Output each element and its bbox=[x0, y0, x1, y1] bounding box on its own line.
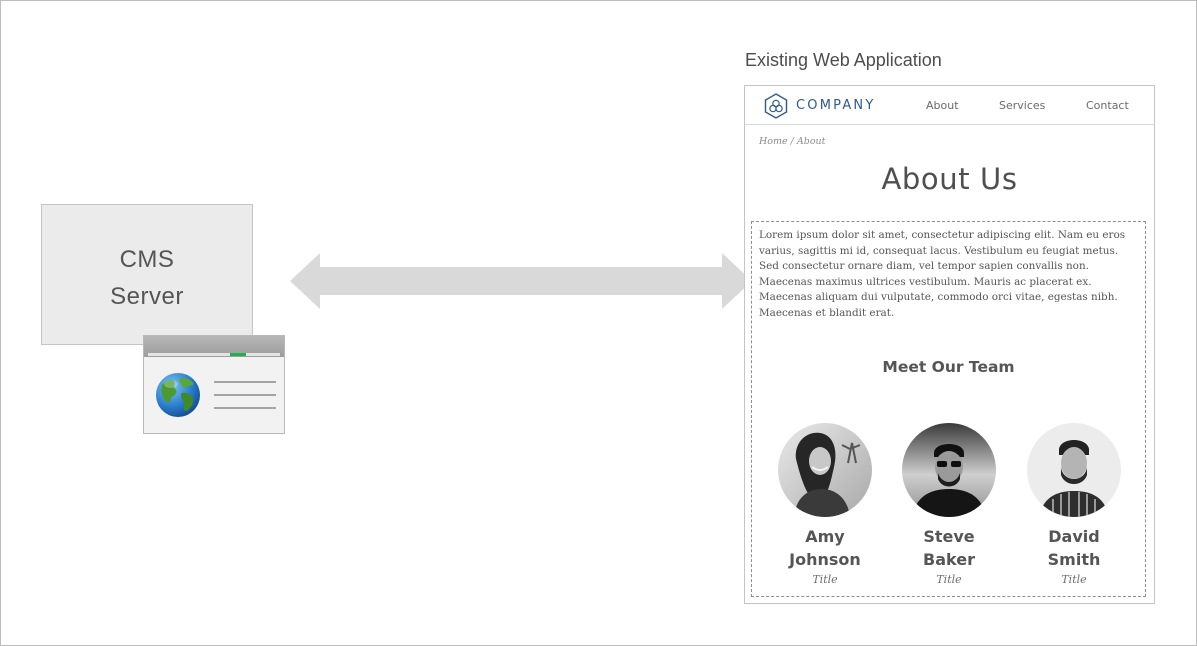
page-title: About Us bbox=[881, 162, 1018, 196]
company-logo-icon bbox=[764, 93, 788, 119]
cms-label-line1: CMS bbox=[119, 246, 175, 273]
team-heading: Meet Our Team bbox=[882, 358, 1015, 376]
nav-link-about[interactable]: About bbox=[926, 99, 959, 112]
nav-link-contact[interactable]: Contact bbox=[1086, 99, 1129, 112]
browser-window-icon bbox=[143, 335, 285, 434]
body-paragraph: Lorem ipsum dolor sit amet, consectetur … bbox=[759, 229, 1126, 319]
nav-link-services[interactable]: Services bbox=[999, 99, 1045, 112]
team-member-title: Title bbox=[1061, 573, 1087, 586]
bidirectional-arrow bbox=[290, 253, 752, 309]
cms-server-box: CMS Server bbox=[41, 204, 253, 345]
team-member-title: Title bbox=[936, 573, 962, 586]
company-logo-text[interactable]: COMPANY bbox=[796, 98, 876, 113]
cms-server-label: CMS Server bbox=[42, 241, 252, 315]
team-member-card: Steve Baker Title bbox=[887, 423, 1011, 586]
cms-label-line2: Server bbox=[110, 283, 184, 310]
team-member-title: Title bbox=[812, 573, 838, 586]
team-member-card: Amy Johnson Title bbox=[763, 423, 887, 586]
team-member-name: Steve Baker bbox=[923, 527, 975, 569]
globe-icon bbox=[156, 373, 200, 417]
managed-content-region: Lorem ipsum dolor sit amet, consectetur … bbox=[751, 221, 1146, 597]
team-member-name: Amy Johnson bbox=[789, 527, 861, 569]
web-app-mockup: COMPANY About Services Contact Home / Ab… bbox=[744, 85, 1155, 604]
breadcrumb[interactable]: Home / About bbox=[759, 136, 825, 147]
browser-content-line bbox=[214, 394, 276, 396]
team-member-name: David Smith bbox=[1047, 527, 1101, 569]
web-app-caption: Existing Web Application bbox=[745, 50, 942, 70]
team-member-card: David Smith Title bbox=[1012, 423, 1136, 586]
browser-url-bar bbox=[148, 353, 280, 356]
top-navigation: COMPANY About Services Contact bbox=[745, 86, 1154, 125]
avatar-photo bbox=[778, 423, 872, 517]
avatar-photo bbox=[902, 423, 996, 517]
browser-content-line bbox=[214, 381, 276, 383]
avatar-photo bbox=[1027, 423, 1121, 517]
browser-content-line bbox=[214, 407, 276, 409]
browser-progress-indicator bbox=[230, 353, 246, 356]
